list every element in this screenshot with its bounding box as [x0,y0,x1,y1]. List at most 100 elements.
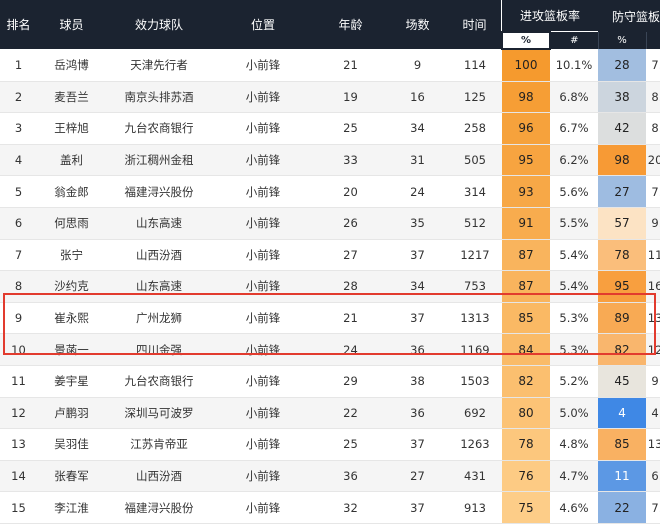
orb-value-cell: 5.3% [550,333,599,366]
player-cell: 盖利 [37,144,106,177]
col-header-orb-num[interactable]: # [549,32,599,49]
col-group-defensive-rebound-rate: 防守篮板率 [598,0,660,32]
drb-pct-cell: 42 [598,112,647,145]
col-header-rank[interactable]: 排名 [0,0,37,49]
age-cell: 33 [314,144,387,177]
table-row[interactable]: 8沙约克山东高速小前锋2834753875.4%9516.8% [0,270,660,303]
drb-pct-cell: 38 [598,81,647,114]
drb-pct-cell: 28 [598,49,647,82]
age-cell: 19 [314,81,387,114]
team-cell: 天津先行者 [106,49,212,82]
minutes-cell: 431 [448,460,502,493]
table-row[interactable]: 13吴羽佳江苏肯帝亚小前锋25371263784.8%8513.4% [0,428,660,461]
table-row[interactable]: 14张春军山西汾酒小前锋3627431764.7%116.6% [0,460,660,493]
age-cell: 26 [314,207,387,240]
drb-pct-cell: 57 [598,207,647,240]
drb-value-cell: 8.7% [646,112,660,145]
rank-cell: 3 [0,112,37,145]
rank-cell: 11 [0,365,37,398]
table-row[interactable]: 4盖利浙江稠州金租小前锋3331505956.2%9820.2% [0,144,660,177]
games-cell: 34 [387,112,448,145]
orb-value-cell: 5.0% [550,397,599,430]
orb-pct-cell: 93 [502,175,550,208]
orb-pct-cell: 98 [502,81,550,114]
orb-value-cell: 5.5% [550,207,599,240]
col-header-games[interactable]: 场数 [387,0,448,49]
col-header-orb-pct[interactable]: % [501,31,551,50]
col-header-drb-num[interactable]: # [645,32,660,49]
position-cell: 小前锋 [212,207,314,240]
orb-value-cell: 6.7% [550,112,599,145]
rank-cell: 13 [0,428,37,461]
col-group-offensive-rebound-rate: 进攻篮板率 [502,0,599,32]
games-cell: 34 [387,270,448,303]
orb-value-cell: 5.2% [550,365,599,398]
table-row[interactable]: 15李江淮福建浔兴股份小前锋3237913754.6%227.5% [0,491,660,524]
rank-cell: 6 [0,207,37,240]
position-cell: 小前锋 [212,49,314,82]
table-row[interactable]: 7张宁山西汾酒小前锋27371217875.4%7811.5% [0,239,660,272]
drb-value-cell: 9.8% [646,207,660,240]
player-cell: 姜宇星 [37,365,106,398]
orb-pct-cell: 80 [502,397,550,430]
minutes-cell: 258 [448,112,502,145]
orb-value-cell: 6.2% [550,144,599,177]
table-row[interactable]: 9崔永熙广州龙狮小前锋21371313855.3%8913.8% [0,302,660,335]
team-cell: 九台农商银行 [106,112,212,145]
stats-table-view: 排名 球员 效力球队 位置 年龄 场数 时间 进攻篮板率 防守篮板率 % # %… [0,0,660,524]
games-cell: 37 [387,302,448,335]
team-cell: 福建浔兴股份 [106,175,212,208]
orb-value-cell: 5.3% [550,302,599,335]
drb-pct-cell: 95 [598,270,647,303]
orb-value-cell: 4.7% [550,460,599,493]
table-row[interactable]: 10景菡一四川金强小前锋24361169845.3%8212.0% [0,333,660,366]
orb-value-cell: 5.4% [550,239,599,272]
minutes-cell: 1217 [448,239,502,272]
drb-pct-cell: 45 [598,365,647,398]
col-header-age[interactable]: 年龄 [314,0,387,49]
table-row[interactable]: 2麦吾兰南京头排苏酒小前锋1916125986.8%388.3% [0,81,660,114]
rank-cell: 15 [0,491,37,524]
table-row[interactable]: 12卢鹏羽深圳马可波罗小前锋2236692805.0%44.7% [0,397,660,430]
age-cell: 27 [314,239,387,272]
position-cell: 小前锋 [212,112,314,145]
drb-value-cell: 7.8% [646,49,660,82]
drb-value-cell: 8.3% [646,81,660,114]
orb-pct-cell: 100 [502,49,550,82]
orb-pct-cell: 76 [502,460,550,493]
drb-value-cell: 7.5% [646,491,660,524]
table-row[interactable]: 1岳鸿博天津先行者小前锋21911410010.1%287.8% [0,49,660,82]
player-cell: 沙约克 [37,270,106,303]
drb-value-cell: 7.7% [646,175,660,208]
col-header-minutes[interactable]: 时间 [448,0,502,49]
orb-pct-cell: 96 [502,112,550,145]
team-cell: 四川金强 [106,333,212,366]
drb-value-cell: 12.0% [646,333,660,366]
col-header-position[interactable]: 位置 [212,0,314,49]
col-header-player[interactable]: 球员 [37,0,106,49]
games-cell: 37 [387,491,448,524]
drb-value-cell: 13.8% [646,302,660,335]
games-cell: 36 [387,333,448,366]
col-header-drb-pct[interactable]: % [597,32,647,49]
player-cell: 翁金郎 [37,175,106,208]
orb-value-cell: 6.8% [550,81,599,114]
table-row[interactable]: 11姜宇星九台农商银行小前锋29381503825.2%459.0% [0,365,660,398]
games-cell: 31 [387,144,448,177]
team-cell: 九台农商银行 [106,365,212,398]
col-header-team[interactable]: 效力球队 [106,0,212,49]
position-cell: 小前锋 [212,175,314,208]
minutes-cell: 505 [448,144,502,177]
orb-value-cell: 10.1% [550,49,599,82]
table-row[interactable]: 6何思雨山东高速小前锋2635512915.5%579.8% [0,207,660,240]
table-row[interactable]: 3王梓旭九台农商银行小前锋2534258966.7%428.7% [0,112,660,145]
minutes-cell: 1503 [448,365,502,398]
drb-pct-cell: 78 [598,239,647,272]
games-cell: 37 [387,428,448,461]
table-row[interactable]: 5翁金郎福建浔兴股份小前锋2024314935.6%277.7% [0,175,660,208]
drb-pct-cell: 27 [598,175,647,208]
age-cell: 32 [314,491,387,524]
player-cell: 王梓旭 [37,112,106,145]
orb-pct-cell: 84 [502,333,550,366]
orb-pct-cell: 87 [502,239,550,272]
